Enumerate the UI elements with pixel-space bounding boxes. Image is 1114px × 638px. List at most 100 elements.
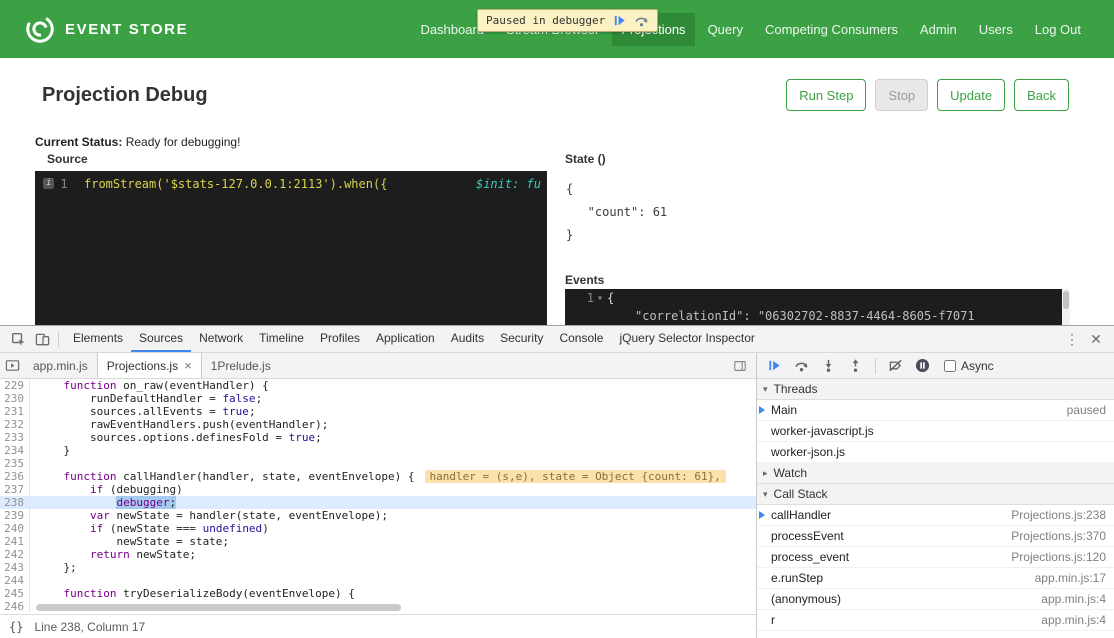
call-frame-anonymous[interactable]: (anonymous)app.min.js:4: [757, 589, 1114, 610]
frame-location[interactable]: Projections.js:120: [1011, 550, 1106, 564]
line-number[interactable]: 237: [0, 483, 30, 496]
call-frame-e-runstep[interactable]: e.runStepapp.min.js:17: [757, 568, 1114, 589]
resume-button-icon[interactable]: [767, 358, 782, 373]
pretty-print-icon[interactable]: {}: [9, 620, 23, 634]
call-stack-section-header[interactable]: ▾ Call Stack: [757, 484, 1114, 505]
events-editor[interactable]: 1 ▾ { "correlationId": "06302702-8837-44…: [565, 289, 1062, 326]
line-number[interactable]: 242: [0, 548, 30, 561]
devtools-tab-profiles[interactable]: Profiles: [312, 326, 368, 352]
frame-function: callHandler: [771, 508, 831, 522]
line-number[interactable]: 230: [0, 392, 30, 405]
line-number[interactable]: 233: [0, 431, 30, 444]
call-frame-process-event[interactable]: process_eventProjections.js:120: [757, 547, 1114, 568]
nav-item-competing-consumers[interactable]: Competing Consumers: [756, 13, 907, 46]
fold-caret-icon[interactable]: ▾: [597, 293, 603, 304]
code-line-244[interactable]: 244: [0, 574, 756, 587]
line-number[interactable]: 238: [0, 496, 30, 509]
code-line-235[interactable]: 235: [0, 457, 756, 470]
frame-location[interactable]: Projections.js:370: [1011, 529, 1106, 543]
step-over-button-icon[interactable]: [794, 358, 809, 373]
nav-item-admin[interactable]: Admin: [911, 13, 966, 46]
thread-row-worker-javascript-js[interactable]: worker-javascript.js: [757, 421, 1114, 442]
code-line-230[interactable]: 230 runDefaultHandler = false;: [0, 392, 756, 405]
code-line-232[interactable]: 232 rawEventHandlers.push(eventHandler);: [0, 418, 756, 431]
event-store-logo[interactable]: EVENT STORE: [24, 13, 188, 45]
step-over-icon[interactable]: [634, 13, 649, 28]
devtools-tab-console[interactable]: Console: [551, 326, 611, 352]
line-number[interactable]: 235: [0, 457, 30, 470]
code-line-237[interactable]: 237 if (debugging): [0, 483, 756, 496]
horizontal-scrollbar[interactable]: [36, 604, 401, 611]
devtools-tab-sources[interactable]: Sources: [131, 326, 191, 352]
update-button[interactable]: Update: [937, 79, 1005, 111]
line-number[interactable]: 245: [0, 587, 30, 600]
file-tab-projections-js[interactable]: Projections.js×: [97, 353, 202, 378]
devtools-tab-application[interactable]: Application: [368, 326, 443, 352]
stop-button[interactable]: Stop: [875, 79, 928, 111]
close-devtools-icon[interactable]: ✕: [1084, 329, 1108, 349]
code-line-240[interactable]: 240 if (newState === undefined): [0, 522, 756, 535]
devtools-tab-elements[interactable]: Elements: [65, 326, 131, 352]
close-tab-icon[interactable]: ×: [184, 358, 192, 373]
frame-location[interactable]: app.min.js:4: [1041, 592, 1106, 606]
code-line-243[interactable]: 243 };: [0, 561, 756, 574]
devtools-tab-security[interactable]: Security: [492, 326, 551, 352]
back-button[interactable]: Back: [1014, 79, 1069, 111]
async-checkbox[interactable]: [944, 360, 956, 372]
code-line-234[interactable]: 234 }: [0, 444, 756, 457]
code-area[interactable]: 229 function on_raw(eventHandler) {230 r…: [0, 379, 756, 614]
step-into-button-icon[interactable]: [821, 358, 836, 373]
run-step-button[interactable]: Run Step: [786, 79, 866, 111]
line-number[interactable]: 236: [0, 470, 30, 483]
call-frame-processevent[interactable]: processEventProjections.js:370: [757, 526, 1114, 547]
line-number[interactable]: 240: [0, 522, 30, 535]
call-frame-r[interactable]: rapp.min.js:4: [757, 610, 1114, 631]
device-toolbar-icon[interactable]: [30, 329, 54, 349]
line-number[interactable]: 246: [0, 600, 30, 613]
source-code-editor[interactable]: i 1 fromStream('$stats-127.0.0.1:2113').…: [35, 171, 547, 326]
nav-item-users[interactable]: Users: [970, 13, 1022, 46]
nav-item-query[interactable]: Query: [699, 13, 752, 46]
devtools-tab-timeline[interactable]: Timeline: [251, 326, 312, 352]
navigator-toggle-icon[interactable]: [0, 356, 24, 376]
more-menu-icon[interactable]: ⋮: [1060, 329, 1084, 349]
thread-row-main[interactable]: Mainpaused: [757, 400, 1114, 421]
code-line-238[interactable]: 238 debugger;: [0, 496, 756, 509]
thread-row-worker-json-js[interactable]: worker-json.js: [757, 442, 1114, 463]
devtools-tab-audits[interactable]: Audits: [443, 326, 492, 352]
resume-script-icon[interactable]: [612, 13, 627, 28]
frame-location[interactable]: app.min.js:17: [1035, 571, 1106, 585]
code-line-231[interactable]: 231 sources.allEvents = true;: [0, 405, 756, 418]
watch-section-header[interactable]: ▸ Watch: [757, 463, 1114, 484]
file-tab-1prelude-js[interactable]: 1Prelude.js: [202, 353, 280, 378]
pause-on-exceptions-icon[interactable]: [915, 358, 930, 373]
panel-toggle-icon[interactable]: [728, 356, 752, 376]
line-number[interactable]: 243: [0, 561, 30, 574]
code-line-241[interactable]: 241 newState = state;: [0, 535, 756, 548]
line-number[interactable]: 234: [0, 444, 30, 457]
deactivate-breakpoints-icon[interactable]: [888, 358, 903, 373]
devtools-tab-jquery-selector-inspector[interactable]: jQuery Selector Inspector: [611, 326, 762, 352]
inspect-element-icon[interactable]: [6, 329, 30, 349]
line-number[interactable]: 232: [0, 418, 30, 431]
line-number[interactable]: 229: [0, 379, 30, 392]
frame-location[interactable]: app.min.js:4: [1041, 613, 1106, 627]
file-tab-app-min-js[interactable]: app.min.js: [24, 353, 97, 378]
code-line-236[interactable]: 236 function callHandler(handler, state,…: [0, 470, 756, 483]
line-number[interactable]: 239: [0, 509, 30, 522]
code-line-233[interactable]: 233 sources.options.definesFold = true;: [0, 431, 756, 444]
code-line-245[interactable]: 245 function tryDeserializeBody(eventEnv…: [0, 587, 756, 600]
line-number[interactable]: 244: [0, 574, 30, 587]
step-out-button-icon[interactable]: [848, 358, 863, 373]
line-number[interactable]: 241: [0, 535, 30, 548]
code-line-239[interactable]: 239 var newState = handler(state, eventE…: [0, 509, 756, 522]
frame-location[interactable]: Projections.js:238: [1011, 508, 1106, 522]
code-line-229[interactable]: 229 function on_raw(eventHandler) {: [0, 379, 756, 392]
code-line-242[interactable]: 242 return newState;: [0, 548, 756, 561]
nav-item-log-out[interactable]: Log Out: [1026, 13, 1090, 46]
devtools-tab-network[interactable]: Network: [191, 326, 251, 352]
threads-section-header[interactable]: ▾ Threads: [757, 379, 1114, 400]
line-number[interactable]: 231: [0, 405, 30, 418]
call-frame-callhandler[interactable]: callHandler Projections.js:238: [757, 505, 1114, 526]
events-scrollbar[interactable]: [1062, 289, 1070, 326]
